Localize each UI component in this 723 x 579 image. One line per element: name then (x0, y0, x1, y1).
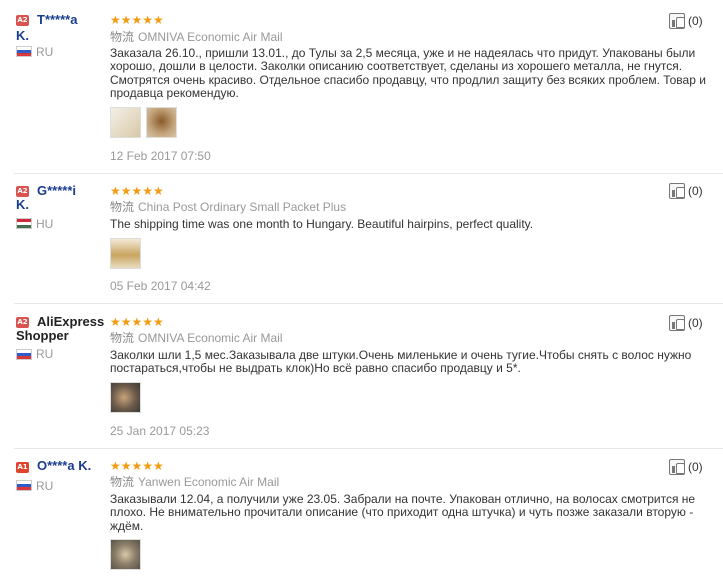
reviewer-country: RU (36, 479, 54, 493)
review-photos (110, 382, 141, 413)
country-flag-icon (16, 46, 32, 57)
helpful-button[interactable]: (0) (669, 315, 703, 331)
helpful-count: (0) (688, 184, 703, 198)
country-flag-icon (16, 480, 32, 491)
buyer-level-badge: A2 (16, 15, 29, 26)
review-photo[interactable] (146, 107, 177, 138)
helpful-count: (0) (688, 460, 703, 474)
reviewer-name-line2: K. (16, 28, 29, 43)
review-item: A2 G*****i K. HU ★★★★★ 物流 China Post Ordi… (0, 173, 723, 303)
review-photo[interactable] (110, 238, 141, 269)
review-photos (110, 539, 141, 570)
helpful-button[interactable]: (0) (669, 183, 703, 199)
reviewer-country: RU (36, 45, 54, 59)
review-photo[interactable] (110, 107, 141, 138)
review-text: The shipping time was one month to Hunga… (110, 217, 534, 231)
review-photo[interactable] (110, 539, 141, 570)
review-text: Заказывали 12.04, а получили уже 23.05. … (110, 492, 696, 533)
reviewer-name: G*****i (37, 183, 77, 198)
thumbs-up-icon[interactable] (669, 13, 685, 29)
review-item: A1 O****a K. RU ★★★★★ 物流 Yanwen Economic … (0, 448, 723, 579)
reviewer-name: O****a K. (37, 458, 92, 473)
review-item: A2 T*****a K. RU ★★★★★ 物流 OMNIVA Economic… (0, 0, 723, 173)
review-photos (110, 107, 177, 138)
country-flag-icon (16, 218, 32, 229)
helpful-count: (0) (688, 14, 703, 28)
review-photos (110, 238, 141, 269)
thumbs-up-icon[interactable] (669, 315, 685, 331)
review-date: 05 Feb 2017 04:42 (110, 279, 211, 293)
review-photo[interactable] (110, 382, 141, 413)
shipping-method: 物流 OMNIVA Economic Air Mail (110, 331, 283, 345)
reviewer-name-line2: Shopper (16, 328, 69, 343)
star-rating: ★★★★★ (110, 315, 164, 329)
shipping-method: 物流 Yanwen Economic Air Mail (110, 475, 280, 489)
helpful-count: (0) (688, 316, 703, 330)
country-flag-icon (16, 349, 32, 360)
review-item: A2 AliExpress Shopper RU ★★★★★ 物流 OMNIVA … (0, 303, 723, 448)
shipping-method: 物流 OMNIVA Economic Air Mail (110, 30, 283, 44)
star-rating: ★★★★★ (110, 13, 164, 27)
thumbs-up-icon[interactable] (669, 183, 685, 199)
buyer-level-badge: A1 (16, 462, 29, 473)
reviewer-country: HU (36, 217, 54, 231)
reviewer-name-line2: K. (16, 197, 29, 212)
shipping-method: 物流 China Post Ordinary Small Packet Plus (110, 200, 347, 214)
review-date: 25 Jan 2017 05:23 (110, 424, 210, 438)
buyer-level-badge: A2 (16, 186, 29, 197)
review-text: Заказала 26.10., пришли 13.01., до Тулы … (110, 46, 706, 101)
thumbs-up-icon[interactable] (669, 459, 685, 475)
review-text: Заколки шли 1,5 мес.Заказывала две штуки… (110, 348, 692, 376)
buyer-level-badge: A2 (16, 317, 29, 328)
review-date: 12 Feb 2017 07:50 (110, 149, 211, 163)
star-rating: ★★★★★ (110, 184, 164, 198)
helpful-button[interactable]: (0) (669, 13, 703, 29)
star-rating: ★★★★★ (110, 459, 164, 473)
helpful-button[interactable]: (0) (669, 459, 703, 475)
reviewer-name: T*****a (37, 12, 78, 27)
reviewer-country: RU (36, 347, 54, 361)
